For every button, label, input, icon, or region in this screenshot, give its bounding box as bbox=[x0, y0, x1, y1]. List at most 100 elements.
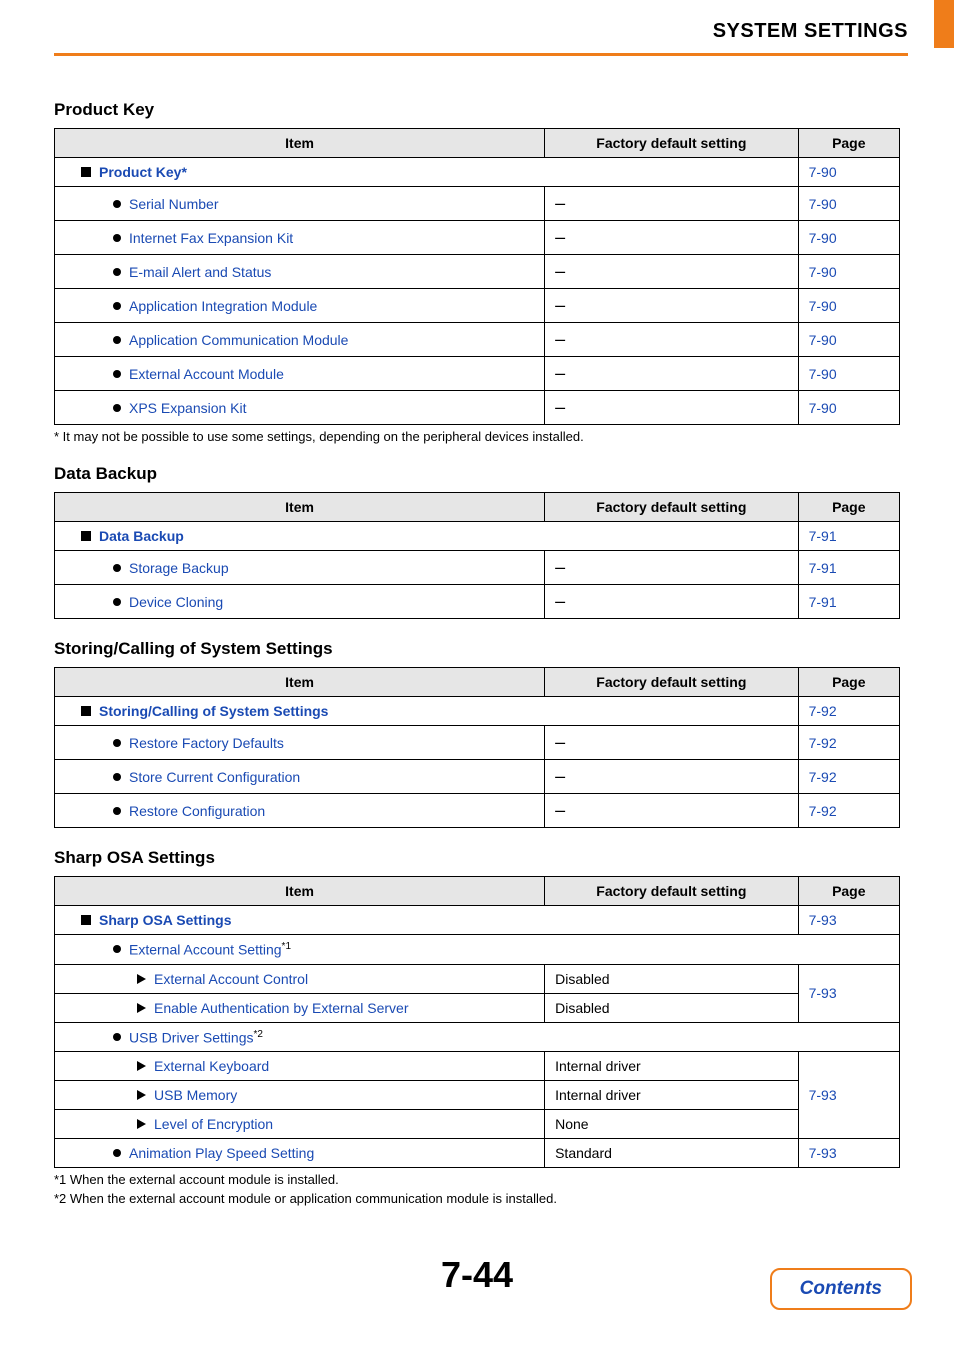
triangle-icon bbox=[137, 1119, 146, 1129]
link-serial-number[interactable]: Serial Number bbox=[129, 196, 218, 212]
disc-icon bbox=[113, 336, 121, 344]
table-sharp-osa: Item Factory default setting Page Sharp … bbox=[54, 876, 900, 1168]
page-link[interactable]: 7-92 bbox=[809, 769, 837, 785]
page-link[interactable]: 7-90 bbox=[809, 196, 837, 212]
value: Disabled bbox=[545, 964, 799, 993]
link-email-alert-and-status[interactable]: E-mail Alert and Status bbox=[129, 264, 271, 280]
link-external-keyboard[interactable]: External Keyboard bbox=[154, 1058, 269, 1074]
disc-icon bbox=[113, 268, 121, 276]
link-application-integration-module[interactable]: Application Integration Module bbox=[129, 298, 317, 314]
table-row: Internet Fax Expansion Kit – 7-90 bbox=[55, 221, 900, 255]
page-link[interactable]: 7-92 bbox=[809, 735, 837, 751]
square-icon bbox=[81, 706, 91, 716]
page-link[interactable]: 7-93 bbox=[809, 985, 837, 1001]
link-internet-fax-expansion-kit[interactable]: Internet Fax Expansion Kit bbox=[129, 230, 293, 246]
value: – bbox=[555, 329, 565, 349]
table-data-backup: Item Factory default setting Page Data B… bbox=[54, 492, 900, 619]
page-link[interactable]: 7-91 bbox=[809, 528, 837, 544]
disc-icon bbox=[113, 1149, 121, 1157]
link-data-backup[interactable]: Data Backup bbox=[99, 528, 184, 544]
th-item: Item bbox=[55, 668, 545, 697]
link-restore-configuration[interactable]: Restore Configuration bbox=[129, 803, 265, 819]
link-animation-play-speed-setting[interactable]: Animation Play Speed Setting bbox=[129, 1145, 314, 1161]
value: – bbox=[555, 766, 565, 786]
page-link[interactable]: 7-90 bbox=[809, 298, 837, 314]
page-link[interactable]: 7-90 bbox=[809, 164, 837, 180]
value: – bbox=[555, 363, 565, 383]
value: Standard bbox=[545, 1139, 799, 1168]
accent-band bbox=[934, 0, 954, 48]
page-link[interactable]: 7-91 bbox=[809, 594, 837, 610]
table-row: Restore Configuration – 7-92 bbox=[55, 794, 900, 828]
table-row: Enable Authentication by External Server… bbox=[55, 993, 900, 1022]
document-title: SYSTEM SETTINGS bbox=[0, 20, 908, 49]
footnote-product-key: * It may not be possible to use some set… bbox=[54, 429, 900, 444]
link-external-account-control[interactable]: External Account Control bbox=[154, 971, 308, 987]
link-enable-auth-by-external-server[interactable]: Enable Authentication by External Server bbox=[154, 1000, 409, 1016]
disc-icon bbox=[113, 404, 121, 412]
th-page: Page bbox=[798, 129, 899, 158]
sup-1: *1 bbox=[282, 941, 291, 952]
value: – bbox=[555, 193, 565, 213]
triangle-icon bbox=[137, 1061, 146, 1071]
link-external-account-module[interactable]: External Account Module bbox=[129, 366, 284, 382]
th-factory: Factory default setting bbox=[545, 493, 799, 522]
link-application-communication-module[interactable]: Application Communication Module bbox=[129, 332, 348, 348]
table-row: External Account Module – 7-90 bbox=[55, 357, 900, 391]
th-factory: Factory default setting bbox=[545, 877, 799, 906]
page-link[interactable]: 7-92 bbox=[809, 803, 837, 819]
value: – bbox=[555, 800, 565, 820]
square-icon bbox=[81, 531, 91, 541]
link-device-cloning[interactable]: Device Cloning bbox=[129, 594, 223, 610]
link-storing-calling[interactable]: Storing/Calling of System Settings bbox=[99, 703, 328, 719]
table-row: External Account Control Disabled 7-93 bbox=[55, 964, 900, 993]
link-usb-memory[interactable]: USB Memory bbox=[154, 1087, 237, 1103]
page-link[interactable]: 7-93 bbox=[809, 1087, 837, 1103]
page-link[interactable]: 7-90 bbox=[809, 264, 837, 280]
page-link[interactable]: 7-90 bbox=[809, 230, 837, 246]
value: Internal driver bbox=[545, 1081, 799, 1110]
value: – bbox=[555, 227, 565, 247]
link-external-account-setting[interactable]: External Account Setting bbox=[129, 942, 282, 958]
value: Internal driver bbox=[545, 1052, 799, 1081]
page-link[interactable]: 7-93 bbox=[809, 1145, 837, 1161]
section-heading-storing-calling: Storing/Calling of System Settings bbox=[54, 639, 900, 659]
group-suffix: * bbox=[181, 164, 186, 180]
link-product-key[interactable]: Product Key bbox=[99, 164, 181, 180]
disc-icon bbox=[113, 773, 121, 781]
disc-icon bbox=[113, 598, 121, 606]
link-store-current-configuration[interactable]: Store Current Configuration bbox=[129, 769, 300, 785]
disc-icon bbox=[113, 302, 121, 310]
page-link[interactable]: 7-92 bbox=[809, 703, 837, 719]
link-usb-driver-settings[interactable]: USB Driver Settings bbox=[129, 1029, 253, 1045]
link-storage-backup[interactable]: Storage Backup bbox=[129, 560, 229, 576]
value: – bbox=[555, 261, 565, 281]
link-xps-expansion-kit[interactable]: XPS Expansion Kit bbox=[129, 400, 247, 416]
triangle-icon bbox=[137, 1003, 146, 1013]
link-sharp-osa-settings[interactable]: Sharp OSA Settings bbox=[99, 912, 232, 928]
page-link[interactable]: 7-90 bbox=[809, 366, 837, 382]
table-row: Application Communication Module – 7-90 bbox=[55, 323, 900, 357]
table-product-key: Item Factory default setting Page Produc… bbox=[54, 128, 900, 425]
table-row: External Keyboard Internal driver 7-93 bbox=[55, 1052, 900, 1081]
page-link[interactable]: 7-90 bbox=[809, 400, 837, 416]
page-link[interactable]: 7-93 bbox=[809, 912, 837, 928]
section-heading-sharp-osa: Sharp OSA Settings bbox=[54, 848, 900, 868]
page-link[interactable]: 7-90 bbox=[809, 332, 837, 348]
disc-icon bbox=[113, 739, 121, 747]
disc-icon bbox=[113, 564, 121, 572]
link-level-of-encryption[interactable]: Level of Encryption bbox=[154, 1116, 273, 1132]
disc-icon bbox=[113, 1033, 121, 1041]
section-heading-data-backup: Data Backup bbox=[54, 464, 900, 484]
contents-button[interactable]: Contents bbox=[770, 1268, 912, 1310]
table-row: Animation Play Speed Setting Standard 7-… bbox=[55, 1139, 900, 1168]
footnote-sharp-osa-2: *2 When the external account module or a… bbox=[54, 1191, 900, 1206]
table-row: Device Cloning – 7-91 bbox=[55, 585, 900, 619]
th-factory: Factory default setting bbox=[545, 129, 799, 158]
disc-icon bbox=[113, 807, 121, 815]
value: – bbox=[555, 295, 565, 315]
table-row: Level of Encryption None bbox=[55, 1110, 900, 1139]
link-restore-factory-defaults[interactable]: Restore Factory Defaults bbox=[129, 735, 284, 751]
section-heading-product-key: Product Key bbox=[54, 100, 900, 120]
page-link[interactable]: 7-91 bbox=[809, 560, 837, 576]
